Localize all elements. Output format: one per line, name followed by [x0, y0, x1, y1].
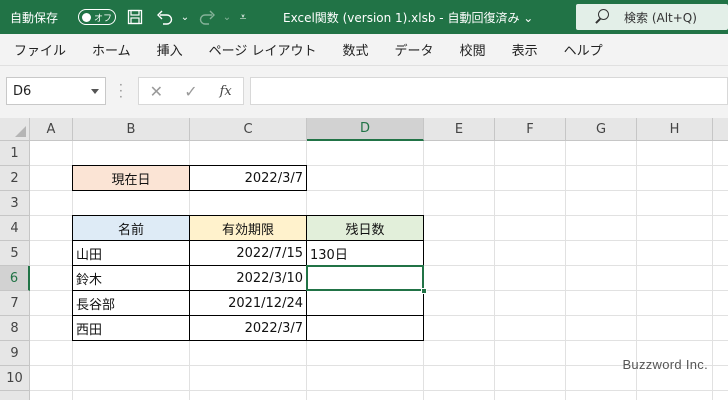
gridline	[30, 390, 728, 391]
tab-insert[interactable]: 挿入	[144, 40, 196, 59]
document-title[interactable]: Excel関数 (version 1).xlsb - 自動回復済み ⌄	[283, 0, 533, 34]
formula-buttons: ✕ ✓ fx	[138, 77, 244, 105]
autosave-toggle[interactable]: オフ	[78, 9, 116, 25]
column-header-c[interactable]: C	[190, 118, 307, 141]
remaining-cell[interactable]: 130日	[306, 240, 424, 266]
more-vertical-icon[interactable]: · · ·	[119, 79, 123, 103]
row-header-9[interactable]: 9	[0, 341, 30, 366]
undo-icon[interactable]	[154, 0, 176, 34]
current-date-value-cell[interactable]: 2022/3/7	[189, 165, 307, 191]
column-header-i[interactable]	[713, 118, 728, 141]
column-header-f[interactable]: F	[495, 118, 566, 141]
column-header-e[interactable]: E	[424, 118, 495, 141]
cancel-icon[interactable]: ✕	[139, 82, 174, 101]
enter-icon[interactable]: ✓	[174, 82, 209, 101]
customize-qat-icon[interactable]: ⩡	[232, 0, 254, 34]
spreadsheet-grid[interactable]: A B C D E F G H 1 2 3 4 5 6 7 8 9 10 現在日…	[0, 118, 728, 400]
tab-data[interactable]: データ	[382, 40, 447, 59]
search-box[interactable]: 検索 (Alt+Q)	[576, 4, 728, 30]
fill-handle[interactable]	[421, 288, 427, 294]
tab-page-layout[interactable]: ページ レイアウト	[196, 40, 330, 59]
name-cell[interactable]: 鈴木	[72, 265, 190, 291]
row-header-5[interactable]: 5	[0, 241, 30, 266]
expiry-cell[interactable]: 2022/3/10	[189, 265, 307, 291]
name-cell[interactable]: 西田	[72, 315, 190, 341]
row-header-3[interactable]: 3	[0, 191, 30, 216]
row-header-8[interactable]: 8	[0, 316, 30, 341]
gridline	[712, 141, 713, 400]
save-icon[interactable]	[124, 0, 146, 34]
autosave-label: 自動保存	[10, 10, 59, 25]
remaining-cell[interactable]	[306, 290, 424, 316]
undo-dropdown-icon[interactable]: ⌄	[174, 0, 196, 34]
row-header-4[interactable]: 4	[0, 216, 30, 241]
gridline	[565, 141, 566, 400]
gridline	[494, 141, 495, 400]
redo-icon[interactable]	[196, 0, 218, 34]
current-date-label-cell[interactable]: 現在日	[72, 165, 190, 191]
name-cell[interactable]: 山田	[72, 240, 190, 266]
row-header-2[interactable]: 2	[0, 166, 30, 191]
expiry-cell[interactable]: 2022/3/7	[189, 315, 307, 341]
search-icon	[594, 9, 610, 25]
tab-formulas[interactable]: 数式	[330, 40, 382, 59]
remaining-cell[interactable]	[306, 315, 424, 341]
ribbon-tabs: ファイル ホーム 挿入 ページ レイアウト 数式 データ 校閲 表示 ヘルプ	[0, 34, 728, 66]
tab-review[interactable]: 校閲	[447, 40, 499, 59]
formula-input[interactable]	[250, 77, 728, 105]
title-bar: 自動保存 オフ ⌄ ⌄ ⩡ Excel関数 (version 1).xlsb -…	[0, 0, 728, 34]
tab-help[interactable]: ヘルプ	[551, 40, 616, 59]
header-remaining-cell[interactable]: 残日数	[306, 215, 424, 241]
column-header-d[interactable]: D	[307, 118, 424, 141]
watermark: Buzzword Inc.	[622, 357, 708, 372]
expiry-cell[interactable]: 2021/12/24	[189, 290, 307, 316]
name-cell[interactable]: 長谷部	[72, 290, 190, 316]
name-box-value: D6	[13, 83, 32, 99]
autosave-state: オフ	[94, 13, 113, 24]
column-header-g[interactable]: G	[566, 118, 637, 141]
select-all-button[interactable]	[0, 118, 30, 141]
toggle-knob	[82, 12, 91, 22]
header-name-cell[interactable]: 名前	[72, 215, 190, 241]
search-placeholder: 検索 (Alt+Q)	[624, 10, 697, 25]
tab-file[interactable]: ファイル	[0, 40, 79, 59]
formula-bar-area: D6 · · · ✕ ✓ fx	[0, 66, 728, 118]
row-header-1[interactable]: 1	[0, 141, 30, 166]
chevron-down-icon[interactable]	[91, 89, 99, 94]
column-header-a[interactable]: A	[30, 118, 73, 141]
tab-view[interactable]: 表示	[499, 40, 551, 59]
row-header-10[interactable]: 10	[0, 366, 30, 391]
header-expiry-cell[interactable]: 有効期限	[189, 215, 307, 241]
row-header-7[interactable]: 7	[0, 291, 30, 316]
row-header-6[interactable]: 6	[0, 266, 30, 291]
insert-function-icon[interactable]: fx	[208, 84, 243, 99]
tab-home[interactable]: ホーム	[79, 40, 144, 59]
remaining-cell[interactable]	[306, 265, 424, 291]
column-header-b[interactable]: B	[73, 118, 190, 141]
column-header-h[interactable]: H	[637, 118, 713, 141]
row-header-11[interactable]	[0, 391, 30, 400]
expiry-cell[interactable]: 2022/7/15	[189, 240, 307, 266]
name-box[interactable]: D6	[6, 77, 106, 105]
